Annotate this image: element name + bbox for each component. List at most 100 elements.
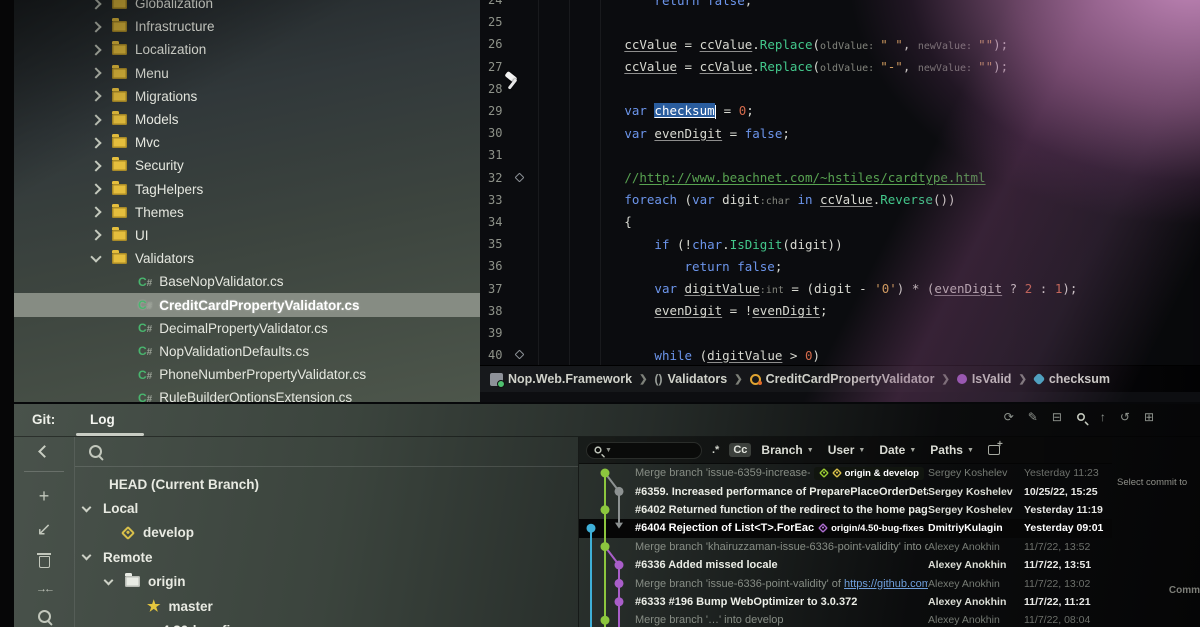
tree-file-rulebuilderoptionsextension-cs[interactable]: C#RuleBuilderOptionsExtension.cs bbox=[14, 386, 480, 402]
chevron-down-icon[interactable] bbox=[104, 575, 114, 585]
filter-date[interactable]: Date▼ bbox=[879, 443, 916, 457]
tree-folder-infrastructure[interactable]: Infrastructure bbox=[14, 15, 480, 38]
refresh-icon[interactable]: ⟳ bbox=[1004, 411, 1014, 423]
code-line-24[interactable]: 24 return false; bbox=[480, 0, 1200, 11]
commit-row[interactable]: Merge branch 'issue-6359-increase-perfor… bbox=[579, 464, 1112, 482]
compare-icon[interactable]: →← bbox=[36, 583, 52, 595]
chevron-down-icon[interactable] bbox=[82, 502, 92, 512]
breadcrumb-item-isvalid[interactable]: IsValid bbox=[957, 372, 1012, 386]
new-branch-icon[interactable]: + bbox=[39, 487, 50, 505]
branch-search-row[interactable] bbox=[75, 437, 578, 467]
tree-folder-menu[interactable]: Menu bbox=[14, 62, 480, 85]
branch-item-local[interactable]: Local bbox=[75, 496, 578, 520]
detail-bottom-text: Comm bbox=[1169, 585, 1200, 596]
commit-row[interactable]: #6336 Added missed localeAlexey Anokhin1… bbox=[579, 556, 1112, 574]
commit-row[interactable]: #6404 Rejection of List<T>.ForEach due t… bbox=[579, 519, 1112, 537]
tree-folder-localization[interactable]: Localization bbox=[14, 38, 480, 61]
code-line-35[interactable]: 35 if (!char.IsDigit(digit)) bbox=[480, 233, 1200, 255]
commit-row[interactable]: Merge branch '…' into developAlexey Anok… bbox=[579, 611, 1112, 627]
code-line-39[interactable]: 39 bbox=[480, 322, 1200, 344]
tree-file-creditcardpropertyvalidator-cs[interactable]: C#CreditCardPropertyValidator.cs bbox=[14, 293, 480, 316]
chevron-right-icon[interactable] bbox=[90, 21, 101, 32]
rollback-icon[interactable]: ↺ bbox=[1120, 411, 1130, 423]
code-text: return false; bbox=[524, 0, 752, 8]
go-to-hash-icon[interactable] bbox=[988, 445, 1000, 455]
branch-item-master[interactable]: ★master bbox=[75, 594, 578, 618]
tree-folder-migrations[interactable]: Migrations bbox=[14, 85, 480, 108]
regex-toggle[interactable]: .* bbox=[712, 444, 719, 456]
breadcrumb-item-validators[interactable]: ()Validators bbox=[655, 372, 728, 386]
code-line-26[interactable]: 26 ccValue = ccValue.Replace(oldValue: "… bbox=[480, 33, 1200, 55]
code-line-40[interactable]: 40 while (digitValue > 0) bbox=[480, 344, 1200, 365]
code-line-32[interactable]: 32 //http://www.beachnet.com/~hstiles/ca… bbox=[480, 167, 1200, 189]
scroll-up-icon[interactable]: ↑ bbox=[1100, 411, 1106, 423]
tree-folder-taghelpers[interactable]: TagHelpers bbox=[14, 178, 480, 201]
tree-folder-ui[interactable]: UI bbox=[14, 224, 480, 247]
code-line-37[interactable]: 37 var digitValue:int = (digit - '0') * … bbox=[480, 277, 1200, 299]
tree-folder-security[interactable]: Security bbox=[14, 154, 480, 177]
checkout-icon[interactable]: ↙ bbox=[36, 520, 51, 538]
collapse-all-icon[interactable]: ⊟ bbox=[1052, 411, 1062, 423]
chevron-down-icon[interactable] bbox=[82, 551, 92, 561]
filter-branch[interactable]: Branch▼ bbox=[761, 443, 813, 457]
delete-branch-icon[interactable] bbox=[39, 556, 50, 568]
chevron-right-icon[interactable] bbox=[90, 91, 101, 102]
expand-all-icon[interactable]: ⊞ bbox=[1144, 411, 1154, 423]
breadcrumb-item-checksum[interactable]: checksum bbox=[1034, 372, 1110, 386]
code-line-25[interactable]: 25 bbox=[480, 11, 1200, 33]
code-line-33[interactable]: 33 foreach (var digit:char in ccValue.Re… bbox=[480, 189, 1200, 211]
breadcrumb-item-creditcardpropertyvalidator[interactable]: CreditCardPropertyValidator bbox=[750, 372, 935, 386]
code-editor[interactable]: 24 return false;2526 ccValue = ccValue.R… bbox=[480, 0, 1200, 402]
chevron-right-icon[interactable] bbox=[90, 0, 101, 9]
code-area[interactable]: 24 return false;2526 ccValue = ccValue.R… bbox=[480, 0, 1200, 365]
tree-file-nopvalidationdefaults-cs[interactable]: C#NopValidationDefaults.cs bbox=[14, 340, 480, 363]
chevron-right-icon[interactable] bbox=[90, 44, 101, 55]
chevron-right-icon[interactable] bbox=[90, 207, 101, 218]
tree-folder-validators[interactable]: Validators bbox=[14, 247, 480, 270]
hide-panel-icon[interactable] bbox=[38, 445, 51, 458]
code-line-28[interactable]: 28 bbox=[480, 78, 1200, 100]
tree-file-decimalpropertyvalidator-cs[interactable]: C#DecimalPropertyValidator.cs bbox=[14, 317, 480, 340]
code-line-29[interactable]: 29 var checksum = 0; bbox=[480, 100, 1200, 122]
match-case-toggle[interactable]: Cc bbox=[729, 443, 751, 457]
filter-user[interactable]: User▼ bbox=[828, 443, 866, 457]
branch-item-4-30-bug-fixes[interactable]: ↑↓4.30-bug-fixes bbox=[75, 618, 578, 627]
commit-row[interactable]: #6333 #196 Bump WebOptimizer to 3.0.372A… bbox=[579, 593, 1112, 611]
commit-link[interactable]: https://github.com/khairuzzaman/ bbox=[844, 578, 928, 590]
chevron-down-icon[interactable] bbox=[90, 251, 101, 262]
filter-paths[interactable]: Paths▼ bbox=[930, 443, 974, 457]
tree-file-phonenumberpropertyvalidator-cs[interactable]: C#PhoneNumberPropertyValidator.cs bbox=[14, 363, 480, 386]
find-icon[interactable] bbox=[1077, 413, 1085, 421]
commit-row[interactable]: Merge branch 'issue-6336-point-validity'… bbox=[579, 574, 1112, 592]
commit-row[interactable]: #6402 Returned function of the redirect … bbox=[579, 501, 1112, 519]
code-line-34[interactable]: 34 { bbox=[480, 211, 1200, 233]
tree-file-basenopvalidator-cs[interactable]: C#BaseNopValidator.cs bbox=[14, 270, 480, 293]
code-line-31[interactable]: 31 bbox=[480, 144, 1200, 166]
tab-log[interactable]: Log bbox=[90, 412, 115, 427]
tree-folder-themes[interactable]: Themes bbox=[14, 201, 480, 224]
code-line-38[interactable]: 38 evenDigit = !evenDigit; bbox=[480, 300, 1200, 322]
log-search-input[interactable]: ▼ bbox=[586, 442, 702, 459]
search-everywhere-icon[interactable] bbox=[38, 610, 51, 623]
chevron-right-icon[interactable] bbox=[90, 137, 101, 148]
tree-folder-mvc[interactable]: Mvc bbox=[14, 131, 480, 154]
breadcrumb-item-nop.web.framework[interactable]: Nop.Web.Framework bbox=[490, 372, 632, 386]
tree-folder-models[interactable]: Models bbox=[14, 108, 480, 131]
chevron-right-icon[interactable] bbox=[90, 67, 101, 78]
branch-item-origin[interactable]: origin bbox=[75, 570, 578, 594]
edit-icon[interactable]: ✎ bbox=[1028, 411, 1038, 423]
search-icon bbox=[89, 445, 102, 458]
branch-item-head-current-branch-[interactable]: HEAD (Current Branch) bbox=[75, 472, 578, 496]
code-line-30[interactable]: 30 var evenDigit = false; bbox=[480, 122, 1200, 144]
code-line-27[interactable]: 27 ccValue = ccValue.Replace(oldValue: "… bbox=[480, 56, 1200, 78]
code-line-36[interactable]: 36 return false; bbox=[480, 255, 1200, 277]
branch-item-remote[interactable]: Remote bbox=[75, 545, 578, 569]
branch-item-develop[interactable]: develop bbox=[75, 521, 578, 545]
chevron-right-icon[interactable] bbox=[90, 160, 101, 171]
commit-row[interactable]: Merge branch 'khairuzzaman-issue-6336-po… bbox=[579, 538, 1112, 556]
commit-row[interactable]: #6359. Increased performance of PrepareP… bbox=[579, 482, 1112, 500]
tree-folder-globalization[interactable]: Globalization bbox=[14, 0, 480, 15]
chevron-right-icon[interactable] bbox=[90, 183, 101, 194]
chevron-right-icon[interactable] bbox=[90, 114, 101, 125]
chevron-right-icon[interactable] bbox=[90, 230, 101, 241]
